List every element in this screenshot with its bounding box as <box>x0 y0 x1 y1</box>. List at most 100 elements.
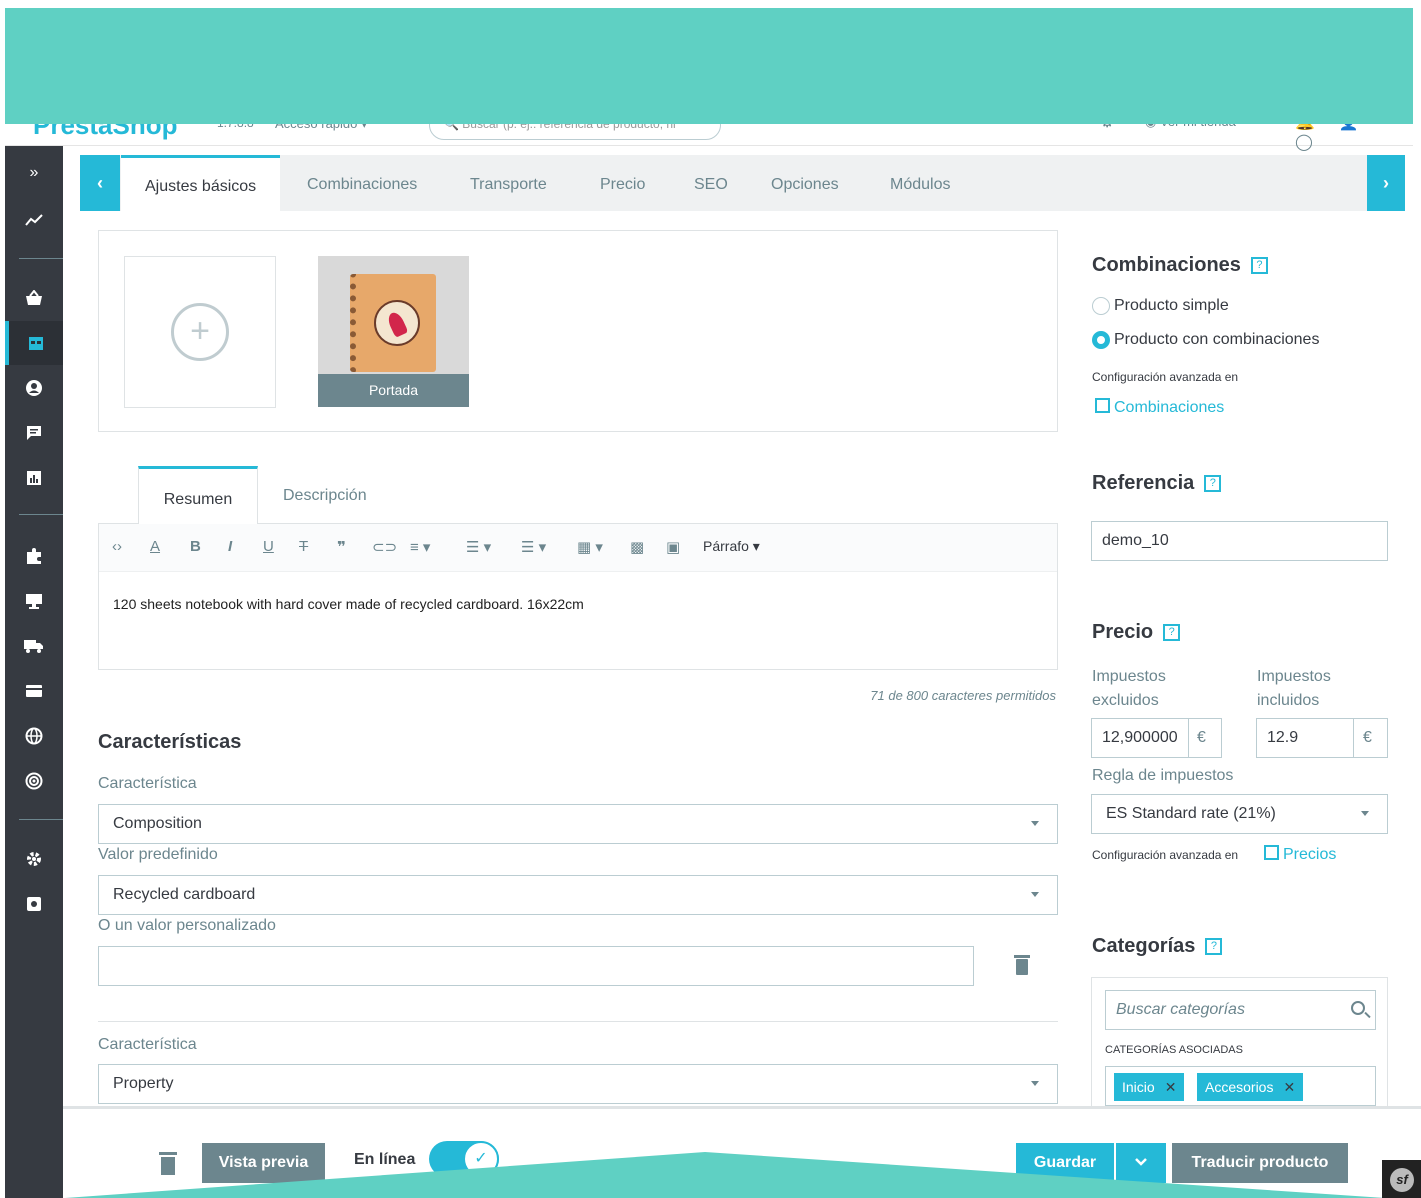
tax-included-label: Impuestos incluidos <box>1257 668 1331 709</box>
underline-icon[interactable]: U <box>263 538 274 555</box>
help-icon[interactable]: ◯ <box>1295 134 1337 151</box>
hummingbird-image <box>374 300 420 346</box>
double-chevron-right-icon[interactable]: » <box>5 151 63 195</box>
predefined-value-select[interactable]: Recycled cardboard <box>98 875 1058 915</box>
product-images-panel: + Portada <box>98 230 1058 432</box>
category-tag-accesorios[interactable]: Accesorios ✕ <box>1197 1073 1304 1101</box>
prices-link-label: Precios <box>1283 846 1337 863</box>
sidebar-divider <box>19 514 63 515</box>
combinations-link-label: Combinaciones <box>1114 399 1225 416</box>
strikethrough-icon[interactable]: T <box>299 538 308 555</box>
tax-rule-label: Regla de impuestos <box>1092 767 1234 784</box>
design-icon[interactable] <box>5 579 63 623</box>
trash-icon[interactable] <box>1014 955 1030 975</box>
combinations-title: Combinaciones? <box>1092 254 1268 277</box>
paragraph-format-dropdown[interactable]: Párrafo ▾ <box>703 538 760 555</box>
image-icon[interactable]: ▩ <box>630 538 644 556</box>
bullet-list-icon[interactable]: ☰ ▾ <box>466 538 491 556</box>
tab-descripcion[interactable]: Descripción <box>283 487 367 505</box>
product-tabs: ‹ Ajustes básicos Combinaciones Transpor… <box>80 155 1405 211</box>
tabs-scroll-left-button[interactable]: ‹ <box>80 155 120 211</box>
associated-categories-list: Inicio ✕ Accesorios ✕ <box>1105 1066 1376 1106</box>
radio-simple-product[interactable]: Producto simple <box>1092 297 1229 315</box>
link-icon[interactable]: ⊂⊃ <box>372 538 397 556</box>
tab-opciones[interactable]: Opciones <box>771 155 839 211</box>
category-tag-label: Inicio <box>1122 1079 1155 1095</box>
chevron-down-icon <box>1031 1081 1039 1086</box>
price-tax-included-input[interactable]: 12.9 <box>1256 718 1354 758</box>
stats-icon[interactable] <box>5 456 63 500</box>
catalog-icon[interactable] <box>5 321 63 365</box>
orders-icon[interactable] <box>5 276 63 320</box>
prices-link[interactable]: Precios <box>1264 845 1336 864</box>
dashboard-icon[interactable] <box>5 198 63 242</box>
reference-input[interactable]: demo_10 <box>1091 521 1388 561</box>
advanced-icon[interactable] <box>5 882 63 926</box>
help-icon[interactable]: ? <box>1250 257 1268 275</box>
close-icon[interactable]: ✕ <box>1165 1079 1177 1095</box>
add-image-button[interactable]: + <box>124 256 276 408</box>
table-icon[interactable]: ▦ ▾ <box>577 538 603 556</box>
categories-title-text: Categorías <box>1092 935 1196 957</box>
blockquote-icon[interactable]: ❞ <box>337 538 346 556</box>
combinations-link[interactable]: Combinaciones <box>1095 398 1224 417</box>
summary-editor[interactable]: ‹› A B I U T ❞ ⊂⊃ ≡ ▾ ☰ ▾ ☰ ▾ ▦ ▾ ▩ ▣ Pá… <box>98 523 1058 670</box>
media-icon[interactable]: ▣ <box>666 538 680 556</box>
tabs-scroll-right-button[interactable]: › <box>1367 155 1405 211</box>
feature-select[interactable]: Composition <box>98 804 1058 844</box>
help-icon[interactable]: ? <box>1205 938 1223 956</box>
tab-precio[interactable]: Precio <box>600 155 645 211</box>
symfony-icon: sf <box>1390 1168 1414 1192</box>
tax-excluded-label: Impuestos excluidos <box>1092 668 1166 709</box>
category-tag-inicio[interactable]: Inicio ✕ <box>1114 1073 1185 1101</box>
category-search-input[interactable]: Buscar categorías <box>1105 990 1376 1030</box>
help-icon[interactable]: ? <box>1204 475 1222 493</box>
settings-icon[interactable] <box>5 837 63 881</box>
feature-label: Característica <box>98 775 197 792</box>
payment-icon[interactable] <box>5 669 63 713</box>
feature2-select-value: Property <box>113 1075 174 1092</box>
messages-icon[interactable] <box>5 411 63 455</box>
chevron-down-icon <box>1361 811 1369 816</box>
sidebar: » <box>5 146 63 1198</box>
search-icon[interactable] <box>1351 1001 1365 1015</box>
bold-icon[interactable]: B <box>190 538 201 555</box>
bottom-wave-overlay <box>65 1152 1385 1198</box>
tab-seo[interactable]: SEO <box>694 155 728 211</box>
tab-resumen[interactable]: Resumen <box>138 466 258 524</box>
tab-ajustes-basicos[interactable]: Ajustes básicos <box>121 155 281 211</box>
numbered-list-icon[interactable]: ☰ ▾ <box>521 538 546 556</box>
modules-icon[interactable] <box>5 534 63 578</box>
features-title: Características <box>98 731 242 753</box>
tab-combinaciones[interactable]: Combinaciones <box>307 155 417 211</box>
product-cover-image[interactable]: Portada <box>318 256 469 407</box>
reference-title: Referencia? <box>1092 472 1222 495</box>
price-tax-excluded-input[interactable]: 12,900000 <box>1091 718 1189 758</box>
marketing-icon[interactable] <box>5 759 63 803</box>
radio-product-combinations[interactable]: Producto con combinaciones <box>1092 331 1319 349</box>
tax-rule-select[interactable]: ES Standard rate (21%) <box>1091 794 1388 834</box>
code-icon[interactable]: ‹› <box>112 538 122 555</box>
symfony-debug-toolbar[interactable]: sf <box>1382 1160 1421 1198</box>
combinations-advanced-note: Configuración avanzada en <box>1092 370 1239 384</box>
predefined-value-label: Valor predefinido <box>98 846 218 863</box>
editor-toolbar: ‹› A B I U T ❞ ⊂⊃ ≡ ▾ ☰ ▾ ☰ ▾ ▦ ▾ ▩ ▣ Pá… <box>99 524 1057 572</box>
price-title-text: Precio <box>1092 621 1154 643</box>
international-icon[interactable] <box>5 714 63 758</box>
feature2-select[interactable]: Property <box>98 1064 1058 1104</box>
italic-icon[interactable]: I <box>228 538 232 555</box>
shipping-icon[interactable] <box>5 624 63 668</box>
summary-content[interactable]: 120 sheets notebook with hard cover made… <box>113 596 584 612</box>
custom-value-input[interactable] <box>98 946 974 986</box>
text-color-icon[interactable]: A <box>150 538 160 555</box>
radio-button[interactable] <box>1092 297 1110 315</box>
currency-addon: € <box>1188 718 1222 758</box>
align-icon[interactable]: ≡ ▾ <box>410 538 430 556</box>
radio-button-selected[interactable] <box>1092 331 1110 349</box>
close-icon[interactable]: ✕ <box>1283 1079 1295 1095</box>
help-icon[interactable]: ? <box>1163 624 1181 642</box>
categories-box: Buscar categorías CATEGORÍAS ASOCIADAS I… <box>1091 977 1388 1117</box>
customers-icon[interactable] <box>5 366 63 410</box>
tab-modulos[interactable]: Módulos <box>890 155 950 211</box>
tab-transporte[interactable]: Transporte <box>470 155 547 211</box>
